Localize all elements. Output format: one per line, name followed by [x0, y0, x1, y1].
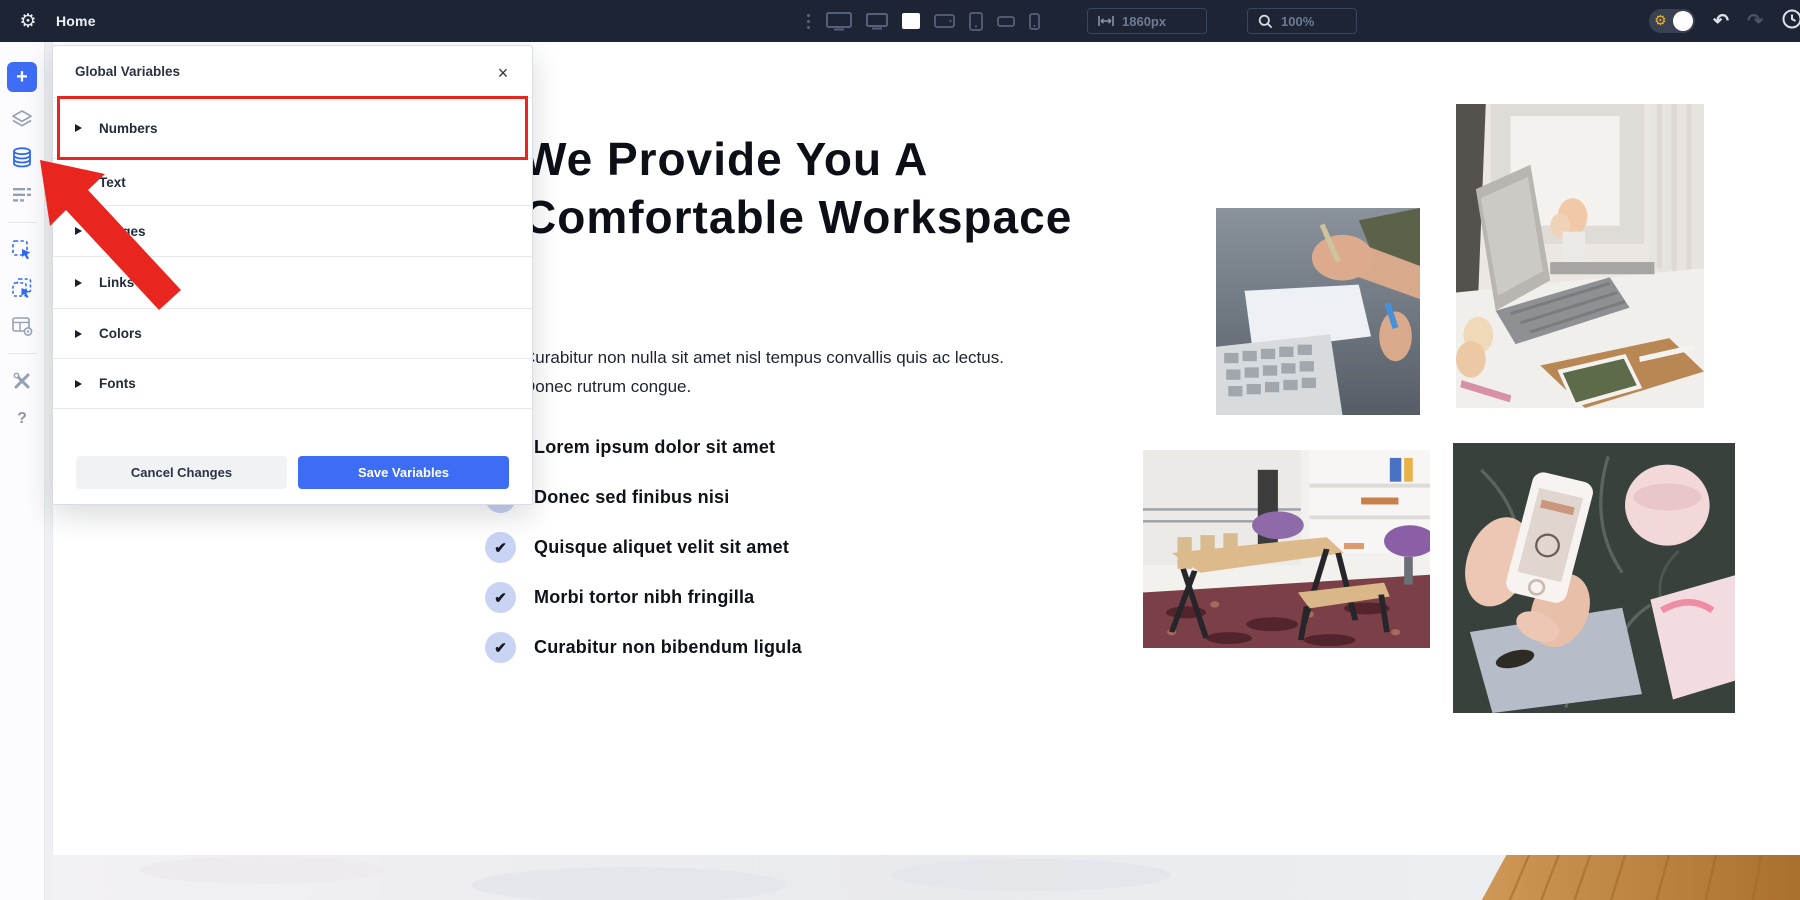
section-label: Numbers: [99, 121, 158, 136]
expander-arrow-icon: [75, 279, 82, 287]
expander-arrow-icon: [75, 124, 82, 132]
photo-desk-laptop: [1456, 104, 1704, 408]
tablet-portrait-icon[interactable]: [969, 0, 983, 42]
global-variables-panel: Global Variables × Numbers Text Images L…: [52, 45, 533, 505]
settings-gear-icon[interactable]: ⚙: [12, 0, 44, 42]
table-settings-button[interactable]: [0, 307, 45, 345]
section-text[interactable]: Text: [53, 159, 532, 206]
undo-button[interactable]: ↶: [1713, 12, 1729, 31]
layers-icon: [11, 109, 33, 129]
expander-arrow-icon: [75, 380, 82, 388]
hero-heading: We Provide You A Comfortable Workspace: [523, 130, 1083, 246]
toggle-knob: [1673, 11, 1693, 31]
preview-mode-toggle[interactable]: ⚙: [1649, 9, 1695, 33]
magnifier-icon: [1258, 14, 1273, 29]
section-label: Colors: [99, 326, 142, 341]
sidebar-divider: [8, 353, 37, 354]
save-variables-button[interactable]: Save Variables: [298, 456, 509, 489]
top-toolbar: ⚙ Home: [0, 0, 1800, 42]
page-title[interactable]: Home: [56, 0, 96, 42]
left-toolbar: + ?: [0, 42, 45, 900]
tools-button[interactable]: [0, 362, 45, 400]
canvas-width-field[interactable]: 1860px: [1087, 8, 1207, 34]
table-gear-icon: [11, 315, 34, 337]
desktop-icon[interactable]: [866, 0, 888, 42]
app-window: ⚙ Home: [0, 0, 1800, 900]
canvas-gutter: [45, 42, 52, 900]
global-variables-button-active[interactable]: [0, 138, 45, 176]
list-item: ✔ Quisque aliquet velit sit amet: [485, 532, 802, 563]
section-label: Fonts: [99, 376, 136, 391]
section-fonts[interactable]: Fonts: [53, 359, 532, 409]
paste-block-button[interactable]: [0, 231, 45, 269]
zoom-value: 100%: [1281, 14, 1314, 29]
sections-rows-icon: [11, 185, 33, 205]
tablet-landscape-icon[interactable]: [934, 0, 955, 42]
photo-workspace-table: [1143, 450, 1430, 648]
redo-button[interactable]: ↷: [1747, 12, 1763, 31]
layers-button[interactable]: [0, 100, 45, 138]
list-item-text: Curabitur non bibendum ligula: [534, 637, 802, 658]
kebab-menu-icon[interactable]: [805, 0, 812, 42]
canvas-width-value: 1860px: [1122, 14, 1166, 29]
add-element-button[interactable]: +: [0, 58, 45, 96]
tools-icon: [12, 371, 32, 391]
section-label: Links: [99, 275, 134, 290]
section-label: Images: [99, 224, 146, 239]
check-icon: ✔: [494, 589, 507, 607]
list-item: ✔ Curabitur non bibendum ligula: [485, 632, 802, 663]
check-icon: ✔: [494, 639, 507, 657]
laptop-view-icon-selected[interactable]: [902, 0, 920, 42]
section-label: Text: [99, 175, 126, 190]
hero-paragraph: Curabitur non nulla sit amet nisl tempus…: [523, 343, 1013, 401]
photo-notebook-writing: [1216, 208, 1420, 415]
section-numbers[interactable]: Numbers: [53, 98, 532, 159]
photo-hand-phone: [1453, 443, 1735, 713]
plus-icon: +: [16, 67, 28, 87]
section-links[interactable]: Links: [53, 257, 532, 309]
list-item-text: Donec sed finibus nisi: [534, 487, 729, 508]
list-item-text: Lorem ipsum dolor sit amet: [534, 437, 775, 458]
sidebar-divider: [8, 222, 37, 223]
database-icon: [11, 147, 33, 168]
panel-title: Global Variables: [75, 64, 180, 79]
select-multi-block-icon: [11, 277, 33, 299]
expander-arrow-icon: [75, 330, 82, 338]
help-button[interactable]: ?: [0, 400, 45, 438]
list-item: ✔ Morbi tortor nibh fringilla: [485, 582, 802, 613]
panel-header: Global Variables: [53, 46, 532, 98]
desktop-large-icon[interactable]: [826, 0, 852, 42]
width-resize-icon: [1098, 15, 1114, 27]
photo-bottom-section: [52, 855, 1800, 900]
panel-footer: Cancel Changes Save Variables: [53, 456, 532, 489]
section-colors[interactable]: Colors: [53, 309, 532, 359]
toggle-gear-icon: ⚙: [1654, 12, 1667, 29]
phone-landscape-icon[interactable]: [997, 0, 1015, 42]
cancel-changes-button[interactable]: Cancel Changes: [76, 456, 287, 489]
check-icon: ✔: [494, 539, 507, 557]
expander-arrow-icon: [75, 227, 82, 235]
list-item-text: Quisque aliquet velit sit amet: [534, 537, 789, 558]
zoom-field[interactable]: 100%: [1247, 8, 1357, 34]
device-preview-group: [805, 0, 1040, 42]
sections-button[interactable]: [0, 176, 45, 214]
section-images[interactable]: Images: [53, 206, 532, 257]
phone-portrait-icon[interactable]: [1029, 0, 1040, 42]
list-item-text: Morbi tortor nibh fringilla: [534, 587, 754, 608]
paste-multi-block-button[interactable]: [0, 269, 45, 307]
history-clock-icon[interactable]: [1781, 8, 1800, 35]
toolbar-right-group: ⚙ ↶ ↷: [1649, 0, 1800, 42]
close-icon[interactable]: ×: [492, 62, 514, 84]
select-block-icon: [11, 239, 33, 261]
